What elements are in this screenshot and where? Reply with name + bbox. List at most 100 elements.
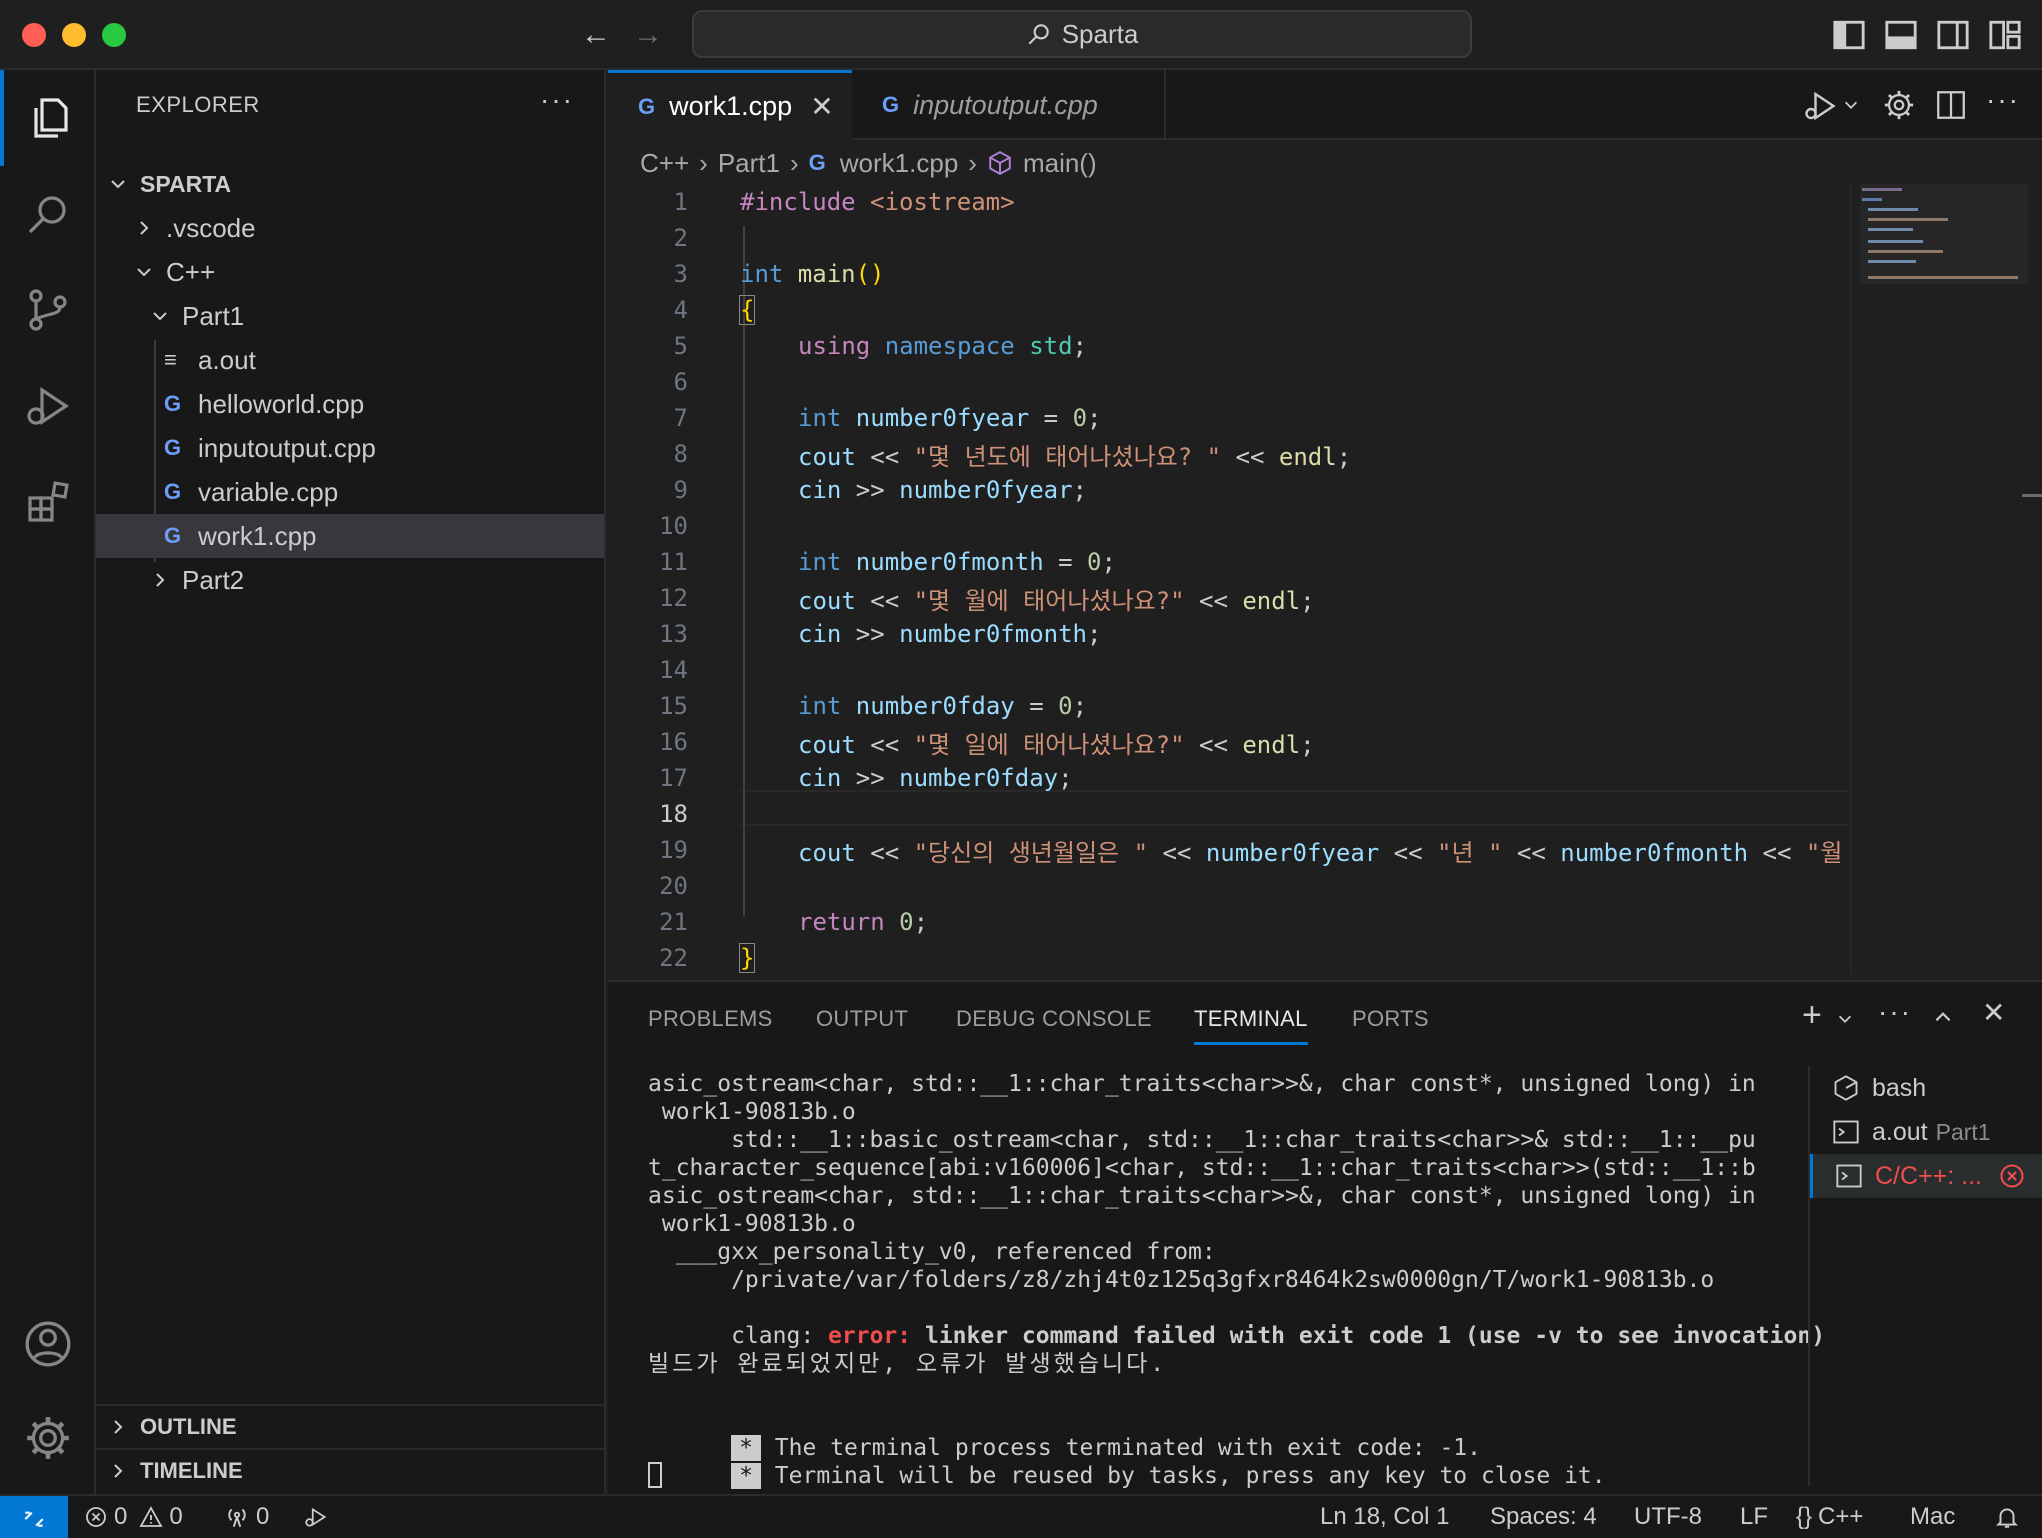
code-line: int number0fday = 0; [798,692,1088,720]
debug-indicator[interactable] [302,1496,330,1538]
tree-item-part2[interactable]: Part2 [96,558,604,602]
new-terminal-icon[interactable]: + [1802,996,1822,1035]
timeline-label: TIMELINE [140,1458,243,1483]
breadcrumb-item[interactable]: main() [1023,148,1097,179]
minimap-line [1868,208,1918,211]
tab-debug-console[interactable]: DEBUG CONSOLE [956,1006,1152,1032]
code-editor[interactable]: 1 #include <iostream> 2 3 int main() 4 { 5 u… [608,184,1848,974]
workspace-root[interactable]: SPARTA [96,162,604,206]
cursor-position[interactable]: Ln 18, Col 1 [1320,1496,1449,1538]
tree-item-label: work1.cpp [198,520,317,551]
run-debug-icon[interactable] [1800,88,1840,124]
toggle-secondary-sidebar-icon[interactable] [1936,18,1970,52]
chevron-right-icon [106,1459,130,1483]
tree-item-label: .vscode [166,212,256,243]
tab-work1[interactable]: G work1.cpp ✕ [608,70,852,140]
terminal-line: std::__1::basic_ostream<char, std::__1::… [648,1127,1756,1153]
tree-item-part1[interactable]: Part1 [96,294,604,338]
encoding[interactable]: UTF-8 [1634,1496,1702,1538]
code-line: cin >> number0fyear; [798,476,1087,504]
tab-terminal[interactable]: TERMINAL [1194,1006,1308,1045]
cpp-file-icon: G [164,479,182,504]
minimap[interactable] [1850,184,2042,974]
timeline-section[interactable]: TIMELINE [96,1448,604,1492]
tab-problems[interactable]: PROBLEMS [648,1006,773,1032]
forward-arrow-icon[interactable]: → [628,16,668,54]
tree-item-work1[interactable]: G work1.cpp [96,514,604,558]
breadcrumb-item[interactable]: Part1 [718,148,780,179]
tab-ports[interactable]: PORTS [1352,1006,1429,1032]
tab-output[interactable]: OUTPUT [816,1006,908,1032]
platform[interactable]: Mac [1910,1496,1955,1538]
workspace-root-label: SPARTA [140,170,232,197]
terminal-item-bash[interactable]: bash [1810,1066,2042,1110]
back-arrow-icon[interactable]: ← [576,16,616,54]
tree-item-inputoutput[interactable]: G inputoutput.cpp [96,426,604,470]
end-of-line[interactable]: LF [1740,1496,1768,1538]
run-debug-activity[interactable] [0,358,96,454]
maximize-window-button[interactable] [102,23,126,47]
maximize-panel-icon[interactable] [1932,1006,1954,1028]
problems-indicator[interactable]: 0 0 [84,1496,183,1538]
chevron-down-icon[interactable] [1836,1010,1854,1028]
more-actions-icon[interactable]: ··· [540,84,574,116]
toggle-primary-sidebar-icon[interactable] [1832,18,1866,52]
tree-item-cpp-folder[interactable]: C++ [96,250,604,294]
tree-item-a-out[interactable]: ≡ a.out [96,338,604,382]
explorer-activity[interactable] [0,70,96,166]
method-cube-icon [989,151,1011,175]
terminal-item-cpp-task[interactable]: C/C++: ... [1810,1154,2042,1198]
source-control-activity[interactable] [0,262,96,358]
broadcast-icon [228,1508,246,1528]
tree-item-label: a.out [198,344,256,375]
line-number: 17 [659,764,688,792]
terminal-output[interactable]: asic_ostream<char, std::__1::char_traits… [648,1070,1828,1490]
outline-section[interactable]: OUTLINE [96,1404,604,1448]
chevron-down-icon[interactable] [1842,96,1860,114]
gear-icon[interactable] [1882,88,1916,122]
tree-item-variable[interactable]: G variable.cpp [96,470,604,514]
minimap-slider[interactable] [1860,184,2028,284]
more-actions-icon[interactable]: ··· [1986,84,2020,116]
tree-item-vscode[interactable]: .vscode [96,206,604,250]
tab-label: work1.cpp [669,91,793,121]
accounts-activity[interactable] [0,1296,96,1392]
indentation[interactable]: Spaces: 4 [1490,1496,1597,1538]
terminal-item-a-out[interactable]: a.out Part1 [1810,1110,2042,1154]
split-editor-icon[interactable] [1934,88,1968,122]
tree-item-label: Part2 [182,564,245,595]
notifications-indicator[interactable] [1994,1496,2020,1538]
command-center-search[interactable]: Sparta [692,10,1472,58]
minimap-line [1868,260,1916,263]
toggle-panel-icon[interactable] [1884,18,1918,52]
extensions-icon [28,481,69,522]
terminal-line: work1-90813b.o [648,1211,856,1237]
customize-layout-icon[interactable] [1988,18,2022,52]
minimize-window-button[interactable] [62,23,86,47]
extensions-activity[interactable] [0,454,96,550]
more-actions-icon[interactable]: ··· [1878,996,1912,1028]
line-number: 21 [659,908,688,936]
warning-icon [139,1506,163,1527]
ports-indicator[interactable]: 0 [224,1496,269,1538]
close-window-button[interactable] [22,23,46,47]
manage-activity[interactable] [0,1390,96,1486]
remote-indicator[interactable] [0,1496,68,1538]
close-tab-icon[interactable]: ✕ [810,90,833,123]
close-panel-icon[interactable]: ✕ [1982,996,2005,1029]
tab-inputoutput[interactable]: G inputoutput.cpp [852,70,1166,140]
breadcrumb-item[interactable]: C++ [640,148,689,179]
breadcrumb-item[interactable]: work1.cpp [840,148,959,179]
explorer-sidebar: EXPLORER ··· SPARTA .vscode C++ Part1 ≡ … [96,70,606,1494]
line-number: 2 [673,224,688,252]
language-mode[interactable]: {} C++ [1796,1496,1863,1538]
search-icon [28,196,66,234]
text-file-icon: ≡ [164,347,177,372]
line-number: 6 [673,368,688,396]
tree-item-helloworld[interactable]: G helloworld.cpp [96,382,604,426]
search-activity[interactable] [0,166,96,262]
line-number: 11 [659,548,688,576]
tree-item-label: variable.cpp [198,476,339,507]
bottom-panel: PROBLEMS OUTPUT DEBUG CONSOLE TERMINAL P… [608,980,2042,1494]
code-line: cin >> number0fmonth; [798,620,1102,648]
